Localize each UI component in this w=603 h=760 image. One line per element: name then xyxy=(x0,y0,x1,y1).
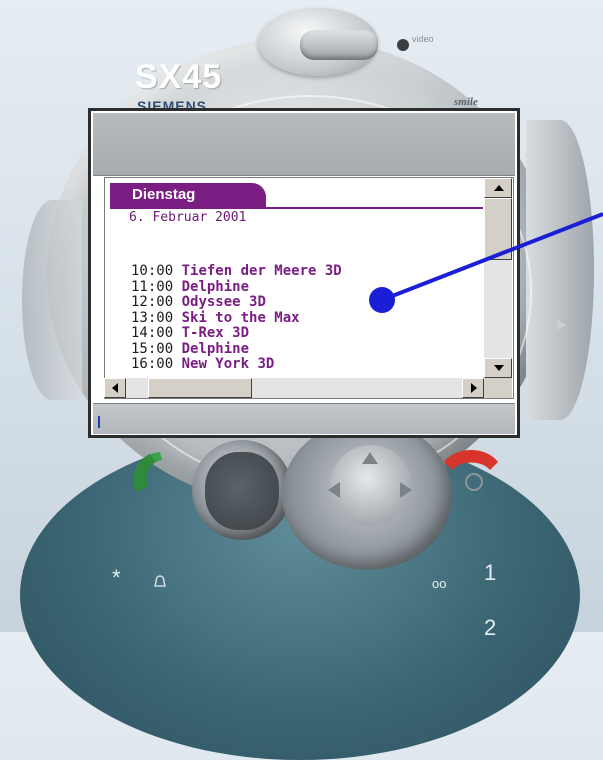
navigation-arrows-icon xyxy=(328,452,412,498)
key-2[interactable]: 2 xyxy=(484,615,496,641)
schedule-title: Odyssee 3D xyxy=(181,294,266,310)
left-arrow-icon xyxy=(112,383,118,393)
schedule-time: 12:00 xyxy=(131,294,174,310)
schedule-title: Tiefen der Meere 3D xyxy=(181,264,342,279)
text-cursor xyxy=(98,416,100,428)
model-label: SX45 xyxy=(135,58,223,96)
vertical-scroll-thumb[interactable] xyxy=(484,198,512,260)
schedule-title: T-Rex 3D xyxy=(181,325,250,341)
down-arrow-icon xyxy=(494,365,504,371)
right-arrow-icon xyxy=(557,320,567,330)
schedule-time: 15:00 xyxy=(131,340,174,357)
schedule-item[interactable]: 14:00 T-Rex 3D xyxy=(131,325,481,342)
scroll-down-button[interactable] xyxy=(484,358,512,378)
phone-side-left xyxy=(22,200,82,400)
schedule-title: Delphine xyxy=(181,340,250,357)
schedule-time: 14:00 xyxy=(131,325,174,341)
schedule-item[interactable]: 15:00 Delphine xyxy=(131,340,481,358)
camera-lens-icon xyxy=(397,39,409,51)
bell-icon xyxy=(154,575,166,587)
schedule-title: New York 3D xyxy=(181,356,275,372)
date-label: 6. Februar 2001 xyxy=(129,210,247,225)
schedule-time: 10:00 xyxy=(131,264,174,279)
key-star[interactable]: * xyxy=(112,565,121,591)
phone-side-button-right[interactable] xyxy=(526,120,594,420)
schedule-time: 13:00 xyxy=(131,309,174,326)
up-arrow-icon xyxy=(494,185,504,191)
tab-underline xyxy=(110,207,483,209)
schedule-item[interactable]: 10:00 Tiefen der Meere 3D xyxy=(131,264,481,280)
schedule-item[interactable]: 11:00 Delphine xyxy=(131,278,481,296)
schedule-title: Delphine xyxy=(181,278,250,295)
horizontal-scroll-thumb[interactable] xyxy=(148,378,252,398)
schedule-item[interactable]: 13:00 Ski to the Max xyxy=(131,309,481,327)
schedule-list: 10:00 Tiefen der Meere 3D 11:00 Delphine… xyxy=(131,264,481,378)
schedule-title: Ski to the Max xyxy=(181,309,300,326)
right-arrow-icon xyxy=(471,383,477,393)
video-slider-button[interactable] xyxy=(300,30,378,60)
scroll-up-button[interactable] xyxy=(484,178,512,198)
schedule-time: 11:00 xyxy=(131,278,174,295)
top-label: video xyxy=(412,34,434,44)
scrollbar-corner xyxy=(484,378,512,398)
scroll-right-button[interactable] xyxy=(462,378,484,398)
soft-key-inner xyxy=(205,452,279,530)
schedule-time: 16:00 xyxy=(131,356,174,372)
sub-brand-label: smile xyxy=(454,96,478,108)
status-bar xyxy=(93,403,515,434)
voicemail-icon: oo xyxy=(432,576,447,591)
day-tab-label: Dienstag xyxy=(132,186,196,203)
call-button-icon[interactable] xyxy=(126,448,182,496)
scroll-left-button[interactable] xyxy=(104,378,126,398)
key-1[interactable]: 1 xyxy=(484,560,496,586)
schedule-item[interactable]: 16:00 New York 3D xyxy=(131,356,481,373)
schedule-item[interactable]: 12:00 Odyssee 3D xyxy=(131,294,481,311)
app-header xyxy=(93,113,515,176)
